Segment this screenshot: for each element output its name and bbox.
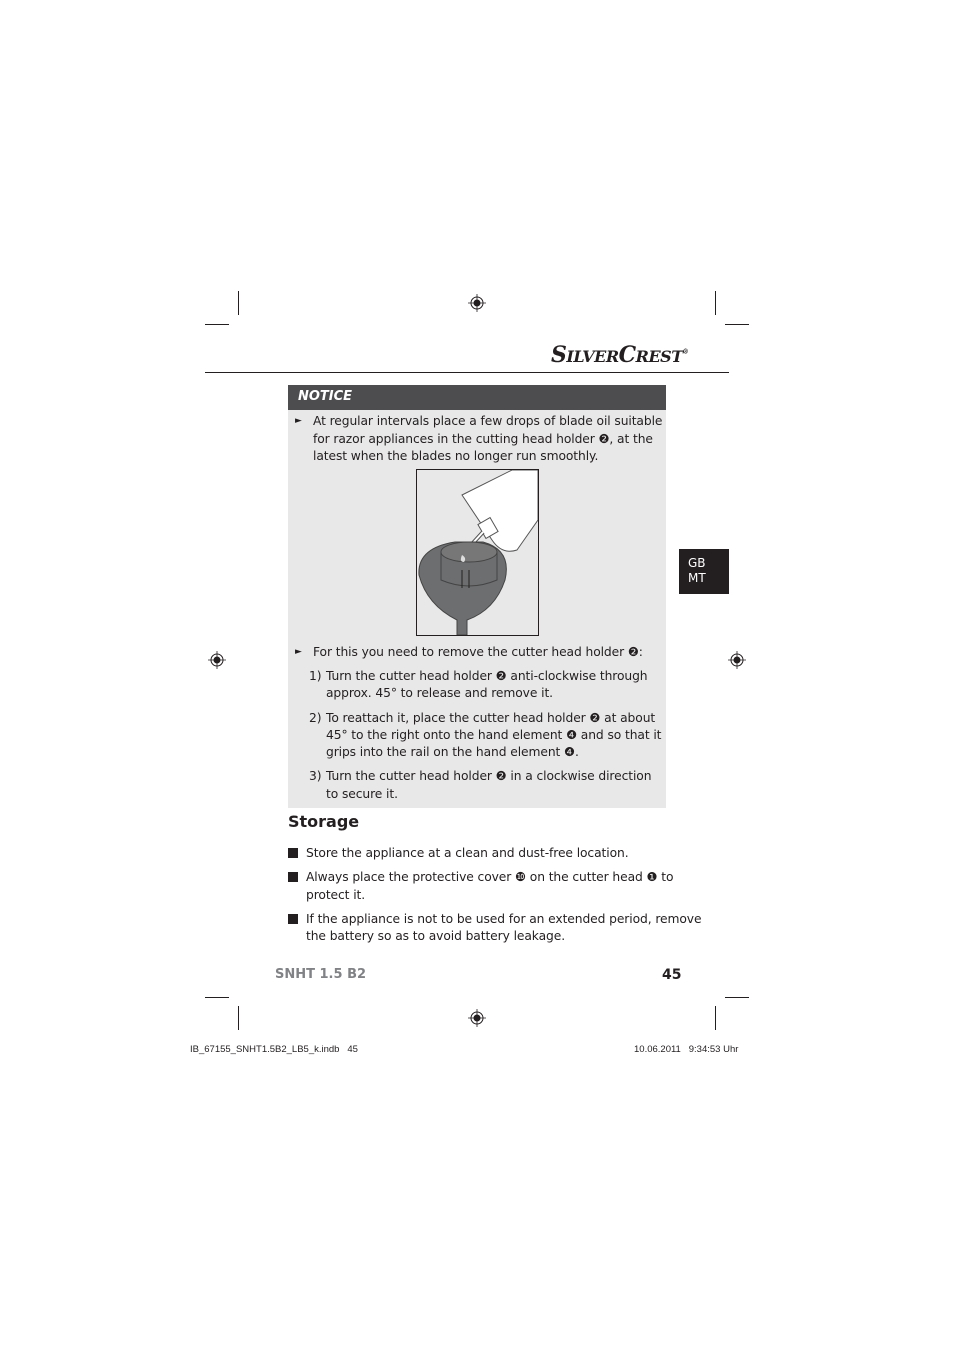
model-number: SNHT 1.5 B2: [275, 967, 367, 982]
registration-mark-icon: [208, 651, 226, 669]
step-text: To reattach it, place the cutter head ho…: [326, 711, 656, 725]
slug-filename: IB_67155_SNHT1.5B2_LB5_k.indb 45: [190, 1044, 358, 1055]
crop-mark: [205, 324, 229, 325]
step-number: 1): [309, 669, 322, 683]
storage-text: protect it.: [306, 888, 366, 902]
oiling-illustration: [416, 469, 539, 636]
square-bullet-icon: [288, 848, 298, 858]
step-number: 3): [309, 769, 322, 783]
storage-text: Store the appliance at a clean and dust-…: [306, 846, 629, 860]
storage-text: Always place the protective cover ❿ on t…: [306, 870, 674, 884]
notice-text: For this you need to remove the cutter h…: [313, 645, 643, 659]
step-number: 2): [309, 711, 322, 725]
step-text: Turn the cutter head holder ❷ in a clock…: [326, 769, 652, 783]
arrow-bullet-icon: ►: [295, 416, 302, 426]
language-code: MT: [688, 571, 706, 585]
crop-mark: [238, 291, 239, 315]
crop-mark: [725, 324, 749, 325]
registration-mark-icon: [468, 1009, 486, 1027]
notice-text: for razor appliances in the cutting head…: [313, 432, 653, 446]
step-text: to secure it.: [326, 787, 398, 801]
registration-mark-icon: [728, 651, 746, 669]
crop-mark: [725, 997, 749, 998]
registration-mark-icon: [468, 294, 486, 312]
step-text: Turn the cutter head holder ❷ anti-clock…: [326, 669, 648, 683]
crop-mark: [205, 997, 229, 998]
header-rule: [205, 372, 729, 373]
slug-date: 10.06.2011 9:34:53 Uhr: [634, 1044, 739, 1055]
notice-title: NOTICE: [298, 389, 353, 404]
square-bullet-icon: [288, 872, 298, 882]
storage-text: the battery so as to avoid battery leaka…: [306, 929, 566, 943]
page-number: 45: [662, 967, 682, 983]
arrow-bullet-icon: ►: [295, 647, 302, 657]
crop-mark: [715, 291, 716, 315]
step-text: grips into the rail on the hand element …: [326, 745, 579, 759]
storage-text: If the appliance is not to be used for a…: [306, 912, 702, 926]
language-code: GB: [688, 556, 706, 570]
square-bullet-icon: [288, 914, 298, 924]
crop-mark: [715, 1006, 716, 1030]
crop-mark: [238, 1006, 239, 1030]
silvercrest-logo: SILVERCREST®: [551, 342, 689, 368]
manual-page: SILVERCREST® NOTICE ► At regular interva…: [0, 0, 954, 1350]
section-heading: Storage: [288, 812, 360, 831]
step-text: approx. 45° to release and remove it.: [326, 686, 553, 700]
notice-text: At regular intervals place a few drops o…: [313, 414, 663, 428]
notice-text: latest when the blades no longer run smo…: [313, 449, 599, 463]
language-tab: GB MT: [679, 549, 729, 594]
step-text: 45° to the right onto the hand element ❹…: [326, 728, 662, 742]
